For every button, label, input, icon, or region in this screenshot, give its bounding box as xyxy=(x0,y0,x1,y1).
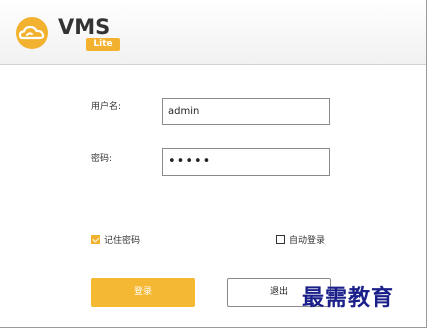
auto-login-option[interactable]: 自动登录 xyxy=(276,233,325,246)
remember-password-label: 记住密码 xyxy=(104,236,141,246)
password-input[interactable]: ••••• xyxy=(162,148,330,176)
auto-login-label: 自动登录 xyxy=(289,236,326,246)
brand-name: VMS xyxy=(58,15,111,39)
auto-login-checkbox[interactable] xyxy=(276,235,285,244)
cloud-logo-icon xyxy=(12,16,52,50)
password-label: 密码: xyxy=(91,154,113,164)
remember-password-option[interactable]: 记住密码 xyxy=(91,233,140,246)
login-window: VMS Lite 用户名: 密码: ••••• 记住密码 自动登录 登录 退出 … xyxy=(0,0,427,328)
watermark-text: 最需教育 xyxy=(302,285,395,311)
remember-password-checkbox[interactable] xyxy=(91,235,100,244)
login-button[interactable]: 登录 xyxy=(91,278,195,307)
username-input[interactable] xyxy=(162,98,330,125)
edition-badge: Lite xyxy=(86,38,120,51)
header-banner: VMS Lite xyxy=(0,0,426,65)
username-label: 用户名: xyxy=(91,102,122,112)
